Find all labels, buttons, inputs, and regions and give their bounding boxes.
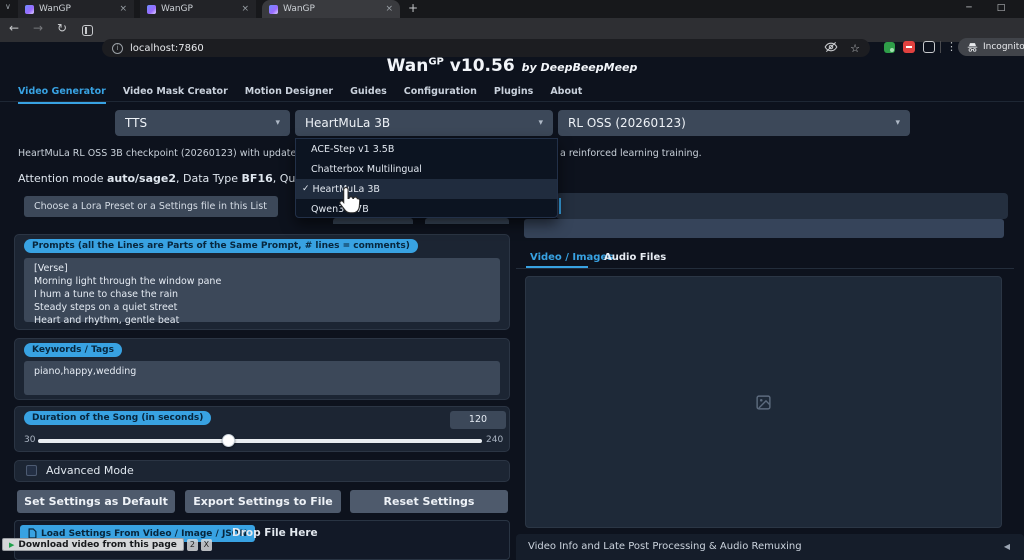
browser-tab-1[interactable]: WanGP × xyxy=(18,0,134,18)
app-name: Wan xyxy=(386,56,429,76)
model-dropdown-menu: ACE-Step v1 3.5B Chatterbox Multilingual… xyxy=(295,138,558,218)
new-tab-button[interactable]: + xyxy=(408,1,418,15)
duration-slider-track[interactable] xyxy=(38,439,482,443)
lora-preset-select[interactable]: Choose a Lora Preset or a Settings file … xyxy=(24,196,278,217)
wangp-favicon-icon xyxy=(147,4,156,14)
menu-item-chatterbox[interactable]: Chatterbox Multilingual xyxy=(296,159,557,179)
page-info-icon[interactable]: i xyxy=(112,42,123,54)
incognito-badge: Incognito xyxy=(958,38,1024,56)
accordion-arrow-icon: ◀ xyxy=(1003,542,1010,551)
advanced-mode-label: Advanced Mode xyxy=(46,464,134,477)
drop-file-hint: Drop File Here xyxy=(232,527,318,539)
model-variant-value: RL OSS (20260123) xyxy=(568,116,686,130)
menu-item-ace-step[interactable]: ACE-Step v1 3.5B xyxy=(296,139,557,159)
prompts-textarea[interactable]: [Verse] Morning light through the window… xyxy=(24,258,500,326)
extension-icon-outline[interactable] xyxy=(923,41,935,53)
chevron-down-icon: ▾ xyxy=(275,118,280,128)
browser-window: ∨ WanGP × WanGP × WanGP × + ─ □ ← → ↻ i … xyxy=(0,0,1024,560)
play-icon: ▶ xyxy=(9,540,15,549)
duration-slider-handle[interactable] xyxy=(222,434,235,447)
more-menu-icon[interactable]: ⋮ xyxy=(946,40,957,53)
window-minimize-button[interactable]: ─ xyxy=(960,3,978,13)
toolbar-divider xyxy=(940,41,941,53)
model-family-value: TTS xyxy=(125,116,148,130)
tab-close-icon[interactable]: × xyxy=(119,4,127,14)
incognito-icon xyxy=(967,42,978,52)
wangp-favicon-icon xyxy=(269,4,278,14)
side-panel-icon[interactable] xyxy=(82,25,93,36)
browser-tab-2[interactable]: WanGP × xyxy=(140,0,256,18)
tab-search-icon[interactable]: ∨ xyxy=(5,2,11,11)
tab-title: WanGP xyxy=(283,4,315,14)
browser-tab-strip: ∨ WanGP × WanGP × WanGP × + ─ □ xyxy=(0,0,1024,18)
back-icon[interactable]: ← xyxy=(9,21,19,35)
chevron-down-icon: ▾ xyxy=(895,118,900,128)
model-family-select[interactable]: TTS ▾ xyxy=(115,110,290,136)
reload-icon[interactable]: ↻ xyxy=(57,21,67,35)
forward-icon[interactable]: → xyxy=(33,21,43,35)
tab-title: WanGP xyxy=(161,4,193,14)
url-text[interactable]: localhost:7860 xyxy=(130,43,817,54)
download-bubble: ▶ Download video from this page 2 X xyxy=(2,538,212,551)
nav-separator xyxy=(0,101,1024,102)
media-gallery xyxy=(525,276,1002,528)
accordion-label: Video Info and Late Post Processing & Au… xyxy=(528,541,802,552)
slider-min-label: 30 xyxy=(24,435,36,445)
chevron-down-icon: ▾ xyxy=(538,118,543,128)
download-label: Download video from this page xyxy=(18,539,177,550)
extension-icon-green[interactable] xyxy=(884,42,895,53)
tab-audio-files[interactable]: Audio Files xyxy=(604,252,666,263)
address-bar[interactable]: i localhost:7860 ☆ xyxy=(102,39,870,57)
menu-item-heartmula-selected[interactable]: ✓ HeartMuLa 3B xyxy=(296,179,557,199)
window-maximize-button[interactable]: □ xyxy=(992,3,1010,13)
load-settings-label: Load Settings From Video / Image / JSON xyxy=(41,528,247,539)
extension-icon-red[interactable] xyxy=(903,41,915,53)
model-select[interactable]: HeartMuLa 3B ▾ xyxy=(295,110,553,136)
model-value: HeartMuLa 3B xyxy=(305,116,391,130)
menu-item-qwen3[interactable]: Qwen3 1.7B xyxy=(296,199,557,219)
video-info-accordion[interactable]: Video Info and Late Post Processing & Au… xyxy=(516,534,1024,560)
app-byline: by DeepBeepMeep xyxy=(521,61,638,74)
browser-toolbar: ← → ↻ i localhost:7860 ☆ ⋮ Incognito xyxy=(0,18,1024,57)
eye-off-icon[interactable] xyxy=(824,39,838,58)
download-count-badge[interactable]: 2 xyxy=(186,538,198,551)
right-upper-bar xyxy=(524,219,1004,238)
image-placeholder-icon xyxy=(756,394,771,410)
incognito-label: Incognito xyxy=(983,42,1024,52)
check-icon: ✓ xyxy=(302,184,310,194)
right-tab-separator xyxy=(516,268,1014,269)
duration-value-input[interactable]: 120 xyxy=(450,411,506,429)
page-title: WanGP v10.56 by DeepBeepMeep xyxy=(0,56,1024,76)
download-video-button[interactable]: ▶ Download video from this page xyxy=(2,538,184,551)
keywords-input[interactable]: piano,happy,wedding xyxy=(24,361,500,395)
app-version: v10.56 xyxy=(443,56,515,76)
checkpoint-info-text-continued: a reinforced learning training. xyxy=(560,148,702,159)
tab-close-icon[interactable]: × xyxy=(241,4,249,14)
advanced-mode-checkbox[interactable] xyxy=(26,465,37,476)
model-variant-select[interactable]: RL OSS (20260123) ▾ xyxy=(558,110,910,136)
set-default-button[interactable]: Set Settings as Default xyxy=(17,490,175,513)
download-close-button[interactable]: X xyxy=(200,538,212,551)
reset-settings-button[interactable]: Reset Settings xyxy=(350,490,508,513)
export-settings-button[interactable]: Export Settings to File xyxy=(185,490,341,513)
text-caret xyxy=(559,198,561,214)
prompts-label: Prompts (all the Lines are Parts of the … xyxy=(24,239,418,253)
mouse-cursor-icon xyxy=(338,186,361,218)
slider-max-label: 240 xyxy=(486,435,504,445)
wangp-favicon-icon xyxy=(25,4,34,14)
duration-label: Duration of the Song (in seconds) xyxy=(24,411,212,425)
tab-close-icon[interactable]: × xyxy=(385,4,393,14)
bookmark-star-icon[interactable]: ☆ xyxy=(850,42,860,55)
tab-title: WanGP xyxy=(39,4,71,14)
app-name-sup: GP xyxy=(428,56,444,68)
keywords-label: Keywords / Tags xyxy=(24,343,122,357)
right-upper-panel xyxy=(556,193,1008,219)
tab-video-images[interactable]: Video / Images xyxy=(530,252,613,263)
browser-tab-3-active[interactable]: WanGP × xyxy=(262,0,400,18)
